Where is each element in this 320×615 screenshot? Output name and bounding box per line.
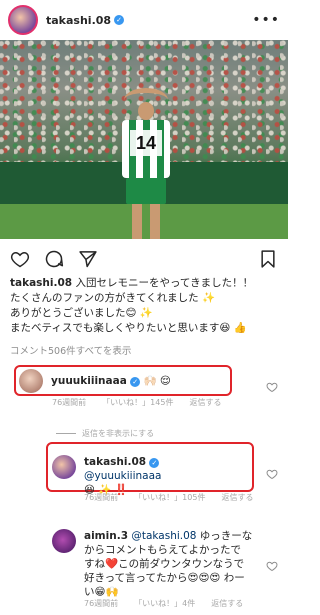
hide-replies-label[interactable]: 返信を非表示にする — [82, 428, 154, 439]
comment-time: 76週間前 — [84, 493, 119, 502]
caption-username[interactable]: takashi.08 — [10, 277, 72, 289]
comment-likes[interactable]: 「いいね！」105件 — [134, 492, 205, 503]
share-icon[interactable] — [78, 249, 98, 269]
comment-username[interactable]: takashi.08 — [84, 456, 146, 468]
heart-icon[interactable] — [10, 249, 30, 269]
comment-3: aimin.3 @takashi.08 ゆっきーな からコメントもらえてよかった… — [52, 529, 254, 599]
avatar[interactable] — [52, 529, 76, 553]
divider — [56, 433, 76, 434]
post-photo[interactable]: 14 — [0, 40, 288, 239]
caption-line: takashi.08 入団セレモニーをやってきました！！ — [10, 276, 280, 291]
bookmark-icon[interactable] — [258, 249, 278, 269]
comment-1: yuuukiiinaaa ✓ 🙌🏻 😌 — [19, 369, 171, 393]
comment-body: aimin.3 @takashi.08 ゆっきーな からコメントもらえてよかった… — [84, 529, 254, 599]
comment-meta: 76週間前 「いいね！」145件 返信する — [52, 397, 221, 408]
comment-heart-icon[interactable] — [266, 560, 278, 572]
comment-icon[interactable] — [44, 249, 64, 269]
post-header: takashi.08 ✓ ••• — [0, 0, 288, 40]
action-bar — [0, 246, 288, 272]
comment-mention[interactable]: @takashi.08 — [131, 530, 196, 542]
view-all-comments-link[interactable]: コメント506件すべてを表示 — [10, 343, 131, 357]
caption-text-4: またベティスでも楽しくやりたいと思います😆 👍 — [10, 322, 247, 334]
comment-meta: 76週間前 「いいね！」4件 返信する — [84, 598, 243, 609]
reply-button[interactable]: 返信する — [221, 492, 253, 503]
player-head — [138, 102, 154, 120]
caption-text-1: 入団セレモニーをやってきました！！ — [75, 277, 254, 289]
more-dots-icon[interactable]: ••• — [252, 12, 280, 28]
comment-text: 🙌🏻 😌 — [143, 375, 171, 387]
comment-body: takashi.08 ✓ @yuuukiiinaaa 😆 ✨ ‼️ — [84, 455, 234, 497]
comment-meta: 76週間前 「いいね！」105件 返信する — [84, 492, 253, 503]
post-caption: takashi.08 入団セレモニーをやってきました！！ たくさんのファンの方が… — [10, 276, 280, 336]
reply-button[interactable]: 返信する — [211, 598, 243, 609]
comment-likes[interactable]: 「いいね！」145件 — [102, 397, 173, 408]
comment-username[interactable]: yuuukiiinaaa — [51, 375, 127, 387]
avatar[interactable] — [8, 5, 38, 35]
comment-2: takashi.08 ✓ @yuuukiiinaaa 😆 ✨ ‼️ — [52, 455, 234, 497]
shirt-number: 14 — [130, 130, 162, 156]
hide-replies-toggle[interactable]: 返信を非表示にする — [56, 428, 154, 439]
comment-time: 76週間前 — [84, 599, 119, 608]
comment-heart-icon[interactable] — [266, 468, 278, 480]
caption-text-2: たくさんのファンの方がきてくれました ✨ — [10, 292, 216, 304]
player-figure: 14 — [118, 88, 174, 239]
player-shorts — [126, 178, 166, 204]
comment-body: yuuukiiinaaa ✓ 🙌🏻 😌 — [51, 374, 171, 388]
verified-badge-icon: ✓ — [149, 458, 160, 468]
verified-badge-icon: ✓ — [130, 377, 141, 387]
caption-text-3: ありがとうございました😊 ✨ — [10, 307, 153, 319]
avatar[interactable] — [52, 455, 76, 479]
username-text[interactable]: takashi.08 — [46, 14, 111, 27]
comment-username[interactable]: aimin.3 — [84, 530, 128, 542]
post-username[interactable]: takashi.08 ✓ — [46, 14, 125, 27]
verified-badge-icon: ✓ — [114, 15, 125, 25]
comment-heart-icon[interactable] — [266, 381, 278, 393]
avatar[interactable] — [19, 369, 43, 393]
player-legs — [132, 204, 160, 239]
comment-time: 76週間前 — [52, 398, 87, 407]
reply-button[interactable]: 返信する — [189, 397, 221, 408]
comment-mention[interactable]: @yuuukiiinaaa — [84, 470, 161, 482]
comment-likes[interactable]: 「いいね！」4件 — [134, 598, 195, 609]
